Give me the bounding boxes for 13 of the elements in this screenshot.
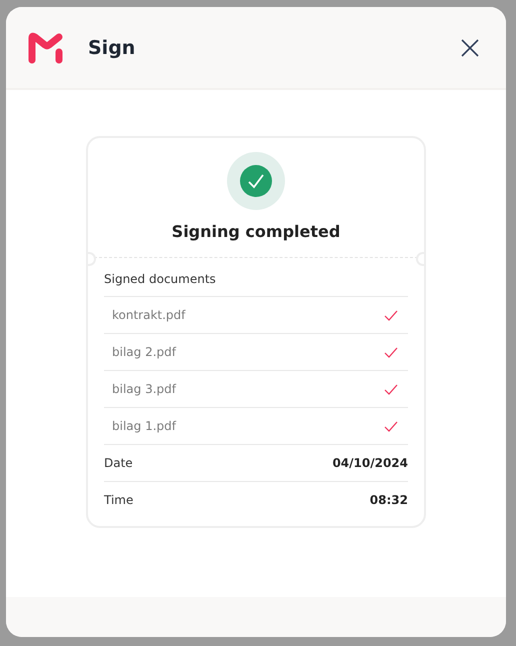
detail-label: Time — [104, 493, 134, 507]
section-heading: Signed documents — [104, 272, 408, 297]
status-title: Signing completed — [172, 222, 340, 241]
dialog-title: Sign — [88, 36, 136, 58]
document-name: bilag 1.pdf — [112, 419, 176, 433]
detail-label: Date — [104, 456, 133, 470]
document-name: bilag 3.pdf — [112, 382, 176, 396]
success-check-icon — [227, 152, 285, 210]
close-icon — [460, 38, 480, 58]
detail-value: 08:32 — [370, 493, 408, 507]
detail-value: 04/10/2024 — [332, 456, 408, 470]
document-name: kontrakt.pdf — [112, 308, 186, 322]
document-name: bilag 2.pdf — [112, 345, 176, 359]
